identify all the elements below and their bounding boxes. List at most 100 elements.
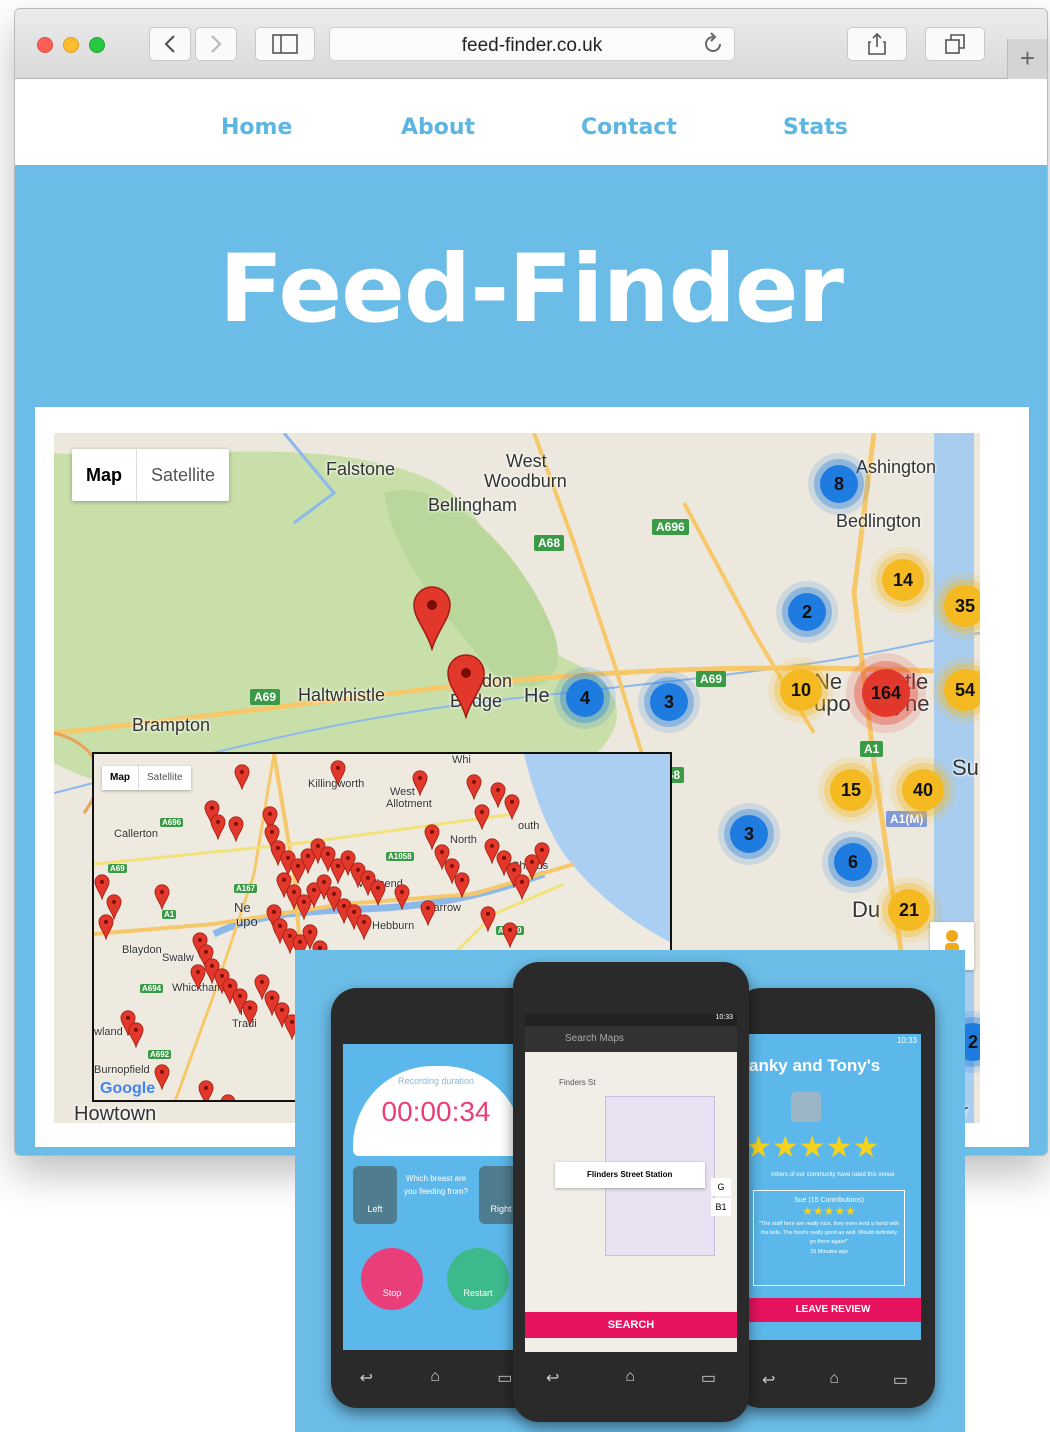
map-pin-icon[interactable] [394, 884, 410, 910]
phone-center: 10:33 Search Maps Finders St Flinders St… [513, 962, 749, 1422]
map-cluster-marker[interactable]: 3 [730, 815, 768, 853]
app-phones-image: Recording duration 00:00:34 Left Which b… [295, 950, 965, 1432]
zoom-window-button[interactable] [89, 37, 105, 53]
share-icon [868, 32, 886, 55]
reload-button[interactable] [702, 31, 724, 61]
sidebar-icon [272, 34, 298, 54]
station-callout[interactable]: Flinders Street Station [555, 1162, 705, 1188]
leave-review-button[interactable]: LEAVE REVIEW [745, 1298, 921, 1322]
back-key-icon[interactable]: ↩ [546, 1368, 559, 1388]
minimize-window-button[interactable] [63, 37, 79, 53]
page-title: Feed-Finder [219, 235, 844, 344]
nav-contact-link[interactable]: Contact [581, 115, 677, 140]
review-stars: ★★★★★ [802, 1204, 856, 1218]
recording-timer: 00:00:34 [381, 1096, 491, 1127]
share-button[interactable] [847, 27, 907, 61]
back-key-icon[interactable]: ↩ [762, 1370, 775, 1390]
map-cluster-marker[interactable]: 3 [650, 683, 688, 721]
close-window-button[interactable] [37, 37, 53, 53]
map-type-map-button[interactable]: Map [72, 449, 136, 501]
map-cluster-marker[interactable]: 54 [944, 669, 980, 711]
nav-stats-link[interactable]: Stats [783, 115, 848, 140]
google-logo: Google [100, 1080, 156, 1097]
map-cluster-marker[interactable]: 15 [830, 769, 872, 811]
map-cluster-marker[interactable]: 35 [944, 585, 980, 627]
place-label: Ashington [856, 457, 937, 477]
level-g-button[interactable]: G [711, 1178, 731, 1196]
back-button[interactable] [149, 27, 191, 61]
stop-button[interactable]: Stop [361, 1248, 423, 1310]
map-cluster-marker[interactable]: 8 [820, 465, 858, 503]
home-key-icon[interactable]: ⌂ [829, 1370, 839, 1390]
place-label: Bedlington [836, 511, 922, 531]
map-pin-icon[interactable] [220, 1094, 236, 1102]
chevron-left-icon [164, 35, 175, 53]
map-pin-icon[interactable] [228, 816, 244, 842]
map-cluster-marker[interactable]: 10 [780, 669, 822, 711]
map-pin-icon[interactable] [466, 774, 482, 800]
map-pin-icon[interactable] [412, 585, 452, 651]
map-cluster-marker[interactable]: 4 [566, 679, 604, 717]
road-marker: A696 [652, 519, 689, 535]
search-button[interactable]: SEARCH [525, 1312, 737, 1338]
restart-button[interactable]: Restart [447, 1248, 509, 1310]
place-label: Bellingham [428, 495, 518, 515]
map-pin-icon[interactable] [474, 804, 490, 830]
road-marker: A69 [696, 671, 727, 687]
map-pin-icon[interactable] [446, 653, 486, 719]
map-pin-icon[interactable] [154, 1064, 170, 1090]
map-pin-icon[interactable] [128, 1022, 144, 1048]
map-cluster-marker[interactable]: 14 [882, 559, 924, 601]
place-label: Su [952, 755, 979, 780]
map-cluster-marker[interactable]: 21 [888, 889, 930, 931]
map-pin-icon[interactable] [234, 764, 250, 790]
forward-button[interactable] [195, 27, 237, 61]
map-pin-icon[interactable] [412, 770, 428, 796]
phone-left-softkeys: ↩ ⌂ ▭ [331, 1368, 541, 1388]
map-pin-icon[interactable] [420, 900, 436, 926]
nav-home-link[interactable]: Home [221, 115, 292, 140]
map-pin-icon[interactable] [242, 1000, 258, 1026]
recent-key-icon[interactable]: ▭ [893, 1370, 908, 1390]
map-cluster-marker[interactable]: 40 [902, 769, 944, 811]
back-key-icon[interactable]: ↩ [360, 1368, 373, 1388]
map-pin-icon[interactable] [502, 922, 518, 948]
home-key-icon[interactable]: ⌂ [430, 1368, 440, 1388]
recording-label: Recording duration [397, 1076, 475, 1086]
road-marker: A68 [534, 535, 565, 551]
map-pin-icon[interactable] [504, 794, 520, 820]
place-label: Du [852, 897, 881, 922]
place-label: don [482, 671, 513, 691]
new-tab-button[interactable]: + [1007, 39, 1047, 79]
map-pin-icon[interactable] [210, 814, 226, 840]
map-type-satellite-button[interactable]: Satellite [136, 449, 229, 501]
map-pin-icon[interactable] [356, 914, 372, 940]
map-pin-icon[interactable] [330, 760, 346, 786]
map-pin-icon[interactable] [198, 1080, 214, 1102]
maps-search-input[interactable]: Search Maps [525, 1026, 737, 1052]
map-pin-icon[interactable] [480, 906, 496, 932]
address-bar[interactable]: feed-finder.co.uk [329, 27, 735, 61]
sidebar-button[interactable] [255, 27, 315, 61]
map-pin-icon[interactable] [154, 884, 170, 910]
map-pin-icon[interactable] [370, 880, 386, 906]
recent-key-icon[interactable]: ▭ [701, 1368, 716, 1388]
map-cluster-marker[interactable]: 6 [834, 843, 872, 881]
map-type-control: Map Satellite [72, 449, 230, 501]
review-author: Sue (15 Contributions) [793, 1197, 865, 1204]
map-pin-icon[interactable] [98, 914, 114, 940]
road-marker: A69 [250, 689, 281, 705]
map-pin-icon[interactable] [534, 842, 550, 868]
recent-key-icon[interactable]: ▭ [497, 1368, 512, 1388]
nav-about-link[interactable]: About [401, 115, 475, 140]
left-breast-button[interactable]: Left [353, 1166, 397, 1224]
level-b1-button[interactable]: B1 [711, 1198, 731, 1216]
place-label: Woodburn [484, 471, 567, 491]
tabs-button[interactable] [925, 27, 985, 61]
map-pin-icon[interactable] [454, 872, 470, 898]
chevron-right-icon [211, 35, 222, 53]
home-key-icon[interactable]: ⌂ [625, 1368, 635, 1388]
map-cluster-marker[interactable]: 2 [788, 593, 826, 631]
status-time: 10:33 [525, 1014, 737, 1026]
map-cluster-marker[interactable]: 164 [862, 669, 910, 717]
